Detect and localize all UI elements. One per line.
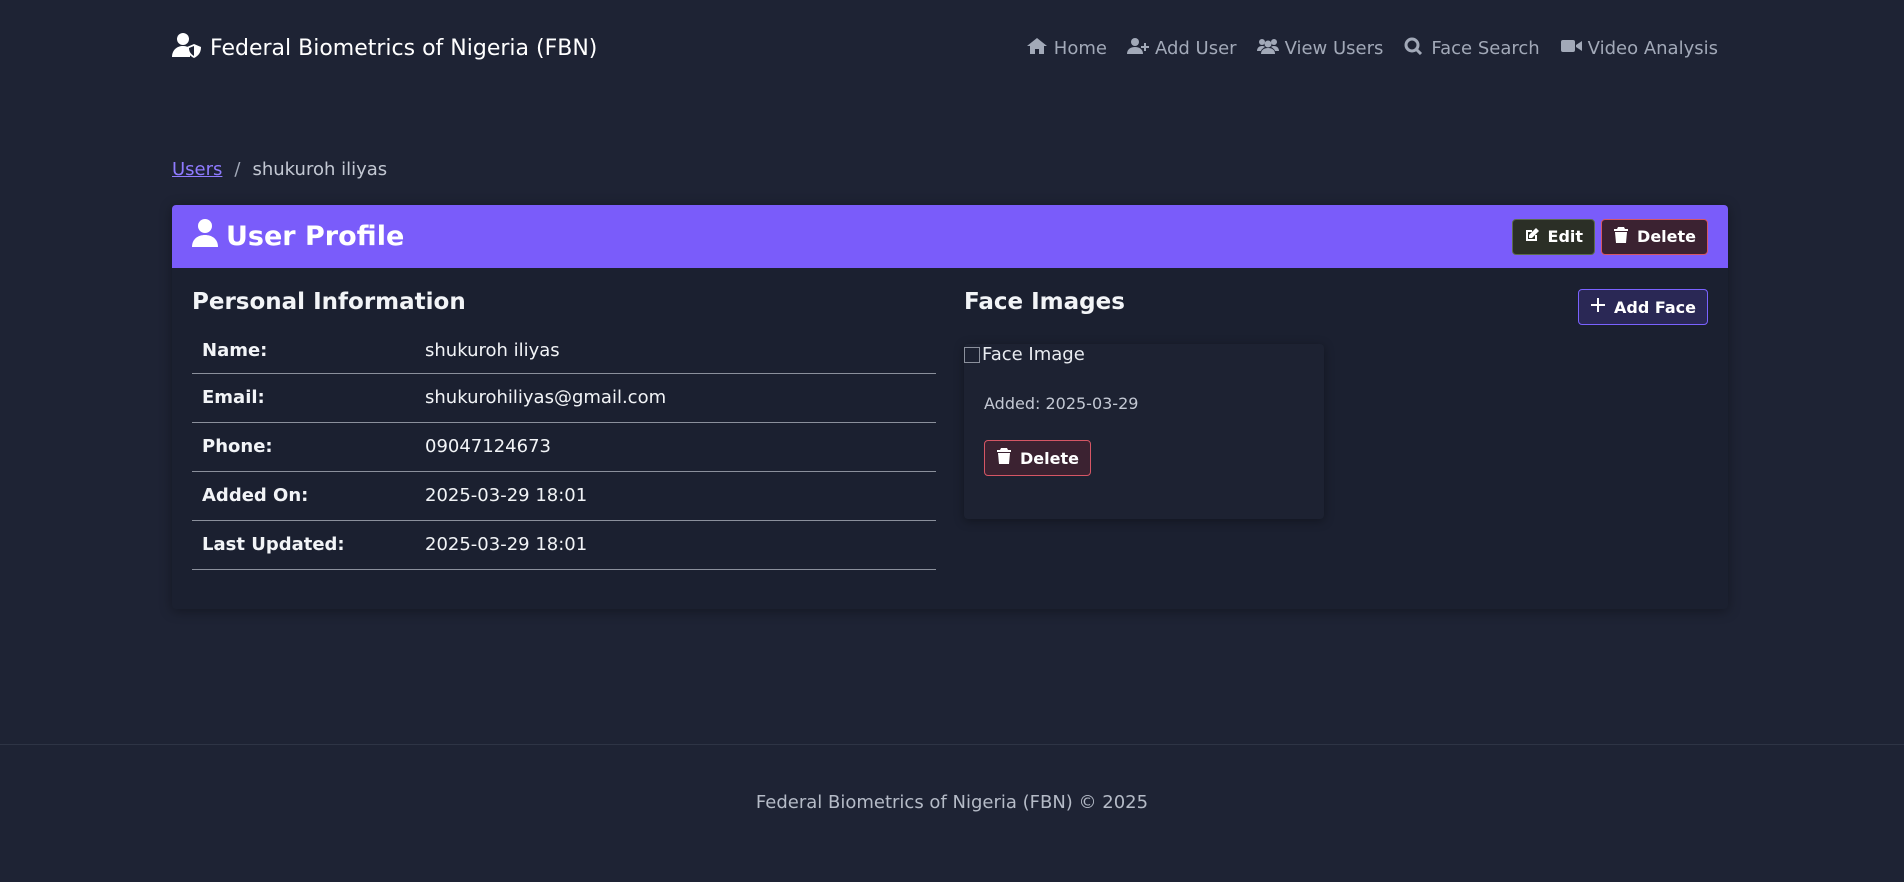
navbar: Federal Biometrics of Nigeria (FBN) Home… [172, 30, 1728, 66]
trash-icon [996, 448, 1012, 468]
nav-view-users[interactable]: View Users [1256, 37, 1384, 60]
email-value: shukurohiliyas@gmail.com [415, 373, 936, 423]
nav-face-search-label: Face Search [1431, 37, 1540, 59]
email-label: Email: [192, 373, 415, 423]
page-title: User Profile [192, 219, 404, 254]
face-image[interactable]: Face Image [964, 344, 1085, 365]
edit-icon [1524, 227, 1540, 247]
personal-info-title: Personal Information [192, 289, 466, 315]
face-image-alt: Face Image [982, 344, 1085, 365]
nav-face-search[interactable]: Face Search [1403, 37, 1540, 60]
home-icon [1026, 37, 1048, 60]
plus-icon [1590, 297, 1606, 317]
table-row: Added On: 2025-03-29 18:01 [192, 471, 936, 521]
nav-home-label: Home [1053, 37, 1107, 59]
breadcrumb-current: shukuroh iliyas [252, 159, 388, 180]
breadcrumb-separator: / [234, 159, 241, 180]
phone-label: Phone: [192, 422, 415, 472]
nav-video-analysis-label: Video Analysis [1587, 37, 1718, 59]
added-on-value: 2025-03-29 18:01 [415, 471, 936, 521]
table-row: Last Updated: 2025-03-29 18:01 [192, 520, 936, 570]
breadcrumb: Users / shukuroh iliyas [172, 159, 387, 180]
edit-button-label: Edit [1547, 227, 1584, 246]
nav-home[interactable]: Home [1026, 37, 1107, 60]
video-icon [1560, 37, 1582, 60]
user-shield-icon [172, 32, 202, 64]
added-on-label: Added On: [192, 471, 415, 521]
card-header: User Profile Edit Delete [172, 205, 1728, 268]
nav-video-analysis[interactable]: Video Analysis [1560, 37, 1718, 60]
delete-face-button-label: Delete [1020, 448, 1079, 468]
user-plus-icon [1126, 37, 1149, 60]
users-icon [1256, 37, 1279, 60]
face-images-header: Face Images Add Face [964, 289, 1708, 325]
phone-value: 09047124673 [415, 422, 936, 472]
broken-image-icon [964, 346, 980, 363]
personal-info-table: Name: shukuroh iliyas Email: shukurohili… [192, 329, 936, 570]
last-updated-value: 2025-03-29 18:01 [415, 520, 936, 570]
nav-add-user[interactable]: Add User [1126, 37, 1237, 60]
delete-face-button[interactable]: Delete [984, 440, 1091, 476]
user-icon [192, 219, 218, 254]
add-face-button-label: Add Face [1614, 297, 1696, 317]
trash-icon [1613, 226, 1629, 247]
brand[interactable]: Federal Biometrics of Nigeria (FBN) [172, 32, 597, 64]
breadcrumb-users-link[interactable]: Users [172, 159, 222, 180]
table-row: Email: shukurohiliyas@gmail.com [192, 373, 936, 423]
header-actions: Edit Delete [1511, 218, 1708, 255]
nav-links: Home Add User View Users Face Search Vid… [1026, 37, 1718, 60]
face-images-title: Face Images [964, 289, 1125, 315]
search-icon [1403, 37, 1425, 60]
table-row: Name: shukuroh iliyas [192, 329, 936, 374]
name-label: Name: [192, 329, 415, 374]
face-image-card: Face Image Added: 2025-03-29 Delete [964, 344, 1324, 519]
delete-user-button[interactable]: Delete [1601, 218, 1708, 255]
add-face-button[interactable]: Add Face [1578, 289, 1708, 325]
nav-add-user-label: Add User [1154, 37, 1237, 59]
footer-divider [0, 744, 1904, 745]
page-title-label: User Profile [226, 221, 405, 252]
name-value: shukuroh iliyas [415, 329, 936, 374]
brand-label: Federal Biometrics of Nigeria (FBN) [210, 35, 598, 61]
nav-view-users-label: View Users [1284, 37, 1384, 59]
personal-info-section: Personal Information Name: shukuroh iliy… [192, 289, 936, 570]
footer: Federal Biometrics of Nigeria (FBN) © 20… [755, 792, 1149, 813]
last-updated-label: Last Updated: [192, 520, 415, 570]
profile-card: User Profile Edit Delete Personal Inform… [172, 205, 1728, 609]
face-added-date: Added: 2025-03-29 [984, 394, 1139, 413]
face-images-section: Face Images Add Face Face Image Added: 2… [964, 289, 1708, 519]
edit-button[interactable]: Edit [1511, 218, 1596, 255]
delete-user-button-label: Delete [1637, 227, 1696, 246]
table-row: Phone: 09047124673 [192, 422, 936, 472]
